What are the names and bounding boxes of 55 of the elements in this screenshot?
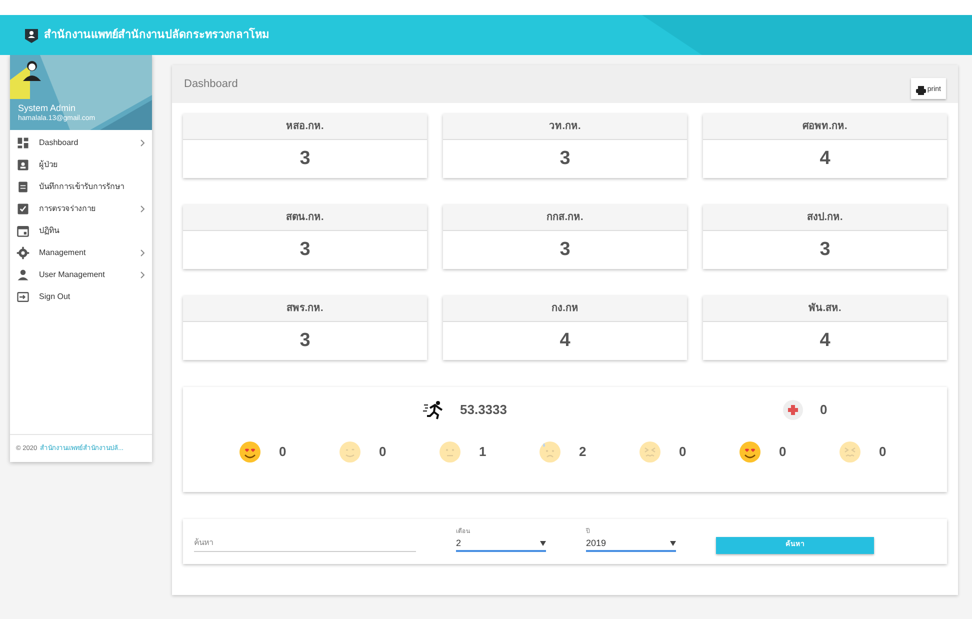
shield-user-icon xyxy=(25,28,38,42)
dropdown-arrow-icon xyxy=(540,541,546,546)
search-field[interactable]: ค้นหา xyxy=(194,534,416,552)
mood-count: 0 xyxy=(779,443,786,462)
fitness-score: 53.3333 xyxy=(460,400,508,419)
dropdown-arrow-icon xyxy=(670,541,676,546)
card-title: สตน.กห. xyxy=(286,211,324,225)
card-value: 3 xyxy=(560,238,570,262)
panel-title: Dashboard xyxy=(184,76,238,92)
card-title: กง.กห xyxy=(552,302,578,316)
card-title: สงป.กห. xyxy=(807,211,843,225)
nav-item[interactable]: Sign Out xyxy=(10,286,152,308)
card-value: 4 xyxy=(820,328,830,353)
month-select[interactable]: 2 xyxy=(456,537,546,552)
nav-item[interactable]: บันทึกการเข้ารับการรักษา xyxy=(10,176,152,198)
nav-item[interactable]: ปฏิทิน xyxy=(10,220,152,242)
mood-count: 2 xyxy=(579,443,586,462)
card-title: หสอ.กห. xyxy=(286,120,324,134)
clipboard-icon xyxy=(16,180,30,194)
card-value: 3 xyxy=(300,238,310,262)
nav-item[interactable]: Dashboard xyxy=(10,132,152,154)
card-title: กกส.กห. xyxy=(546,211,584,225)
nav-item[interactable]: Management xyxy=(10,242,152,264)
running-person-icon xyxy=(423,400,445,420)
user-name: System Admin xyxy=(18,103,77,114)
dashboard-icon xyxy=(16,136,30,150)
printer-icon xyxy=(916,86,926,95)
mood-count: 0 xyxy=(279,443,286,462)
card-value: 3 xyxy=(820,238,830,262)
calendar-icon xyxy=(16,224,30,238)
user-icon xyxy=(16,268,30,282)
mood-count: 0 xyxy=(379,443,386,462)
card-value: 3 xyxy=(300,328,310,353)
mood-count: 0 xyxy=(679,443,686,462)
checkbox-icon xyxy=(16,202,30,216)
nav-item[interactable]: การตรวจร่างกาย xyxy=(10,198,152,220)
year-select[interactable]: 2019 xyxy=(586,537,676,552)
card-value: 4 xyxy=(560,328,570,353)
medical-count: 0 xyxy=(820,400,828,419)
nav-item[interactable]: User Management xyxy=(10,264,152,286)
medical-cross-icon xyxy=(783,400,803,420)
card-value: 4 xyxy=(820,146,830,171)
card-value: 3 xyxy=(300,146,310,171)
app-title: สำนักงานแพทย์สำนักงานปลัดกระทรวงกลาโหม xyxy=(44,26,269,43)
mood-count: 0 xyxy=(879,443,886,462)
avatar-icon xyxy=(22,59,42,81)
card-title: ศอพท.กห. xyxy=(802,120,848,134)
card-title: วท.กห. xyxy=(549,120,581,134)
card-value: 3 xyxy=(560,146,570,171)
mood-count: 1 xyxy=(479,443,486,462)
card-title: สพร.กห. xyxy=(286,302,324,316)
card-title: พัน.สห. xyxy=(808,302,842,316)
nav-item[interactable]: ผู้ป่วย xyxy=(10,154,152,176)
exit-icon xyxy=(16,290,30,304)
id-card-icon xyxy=(16,158,30,172)
